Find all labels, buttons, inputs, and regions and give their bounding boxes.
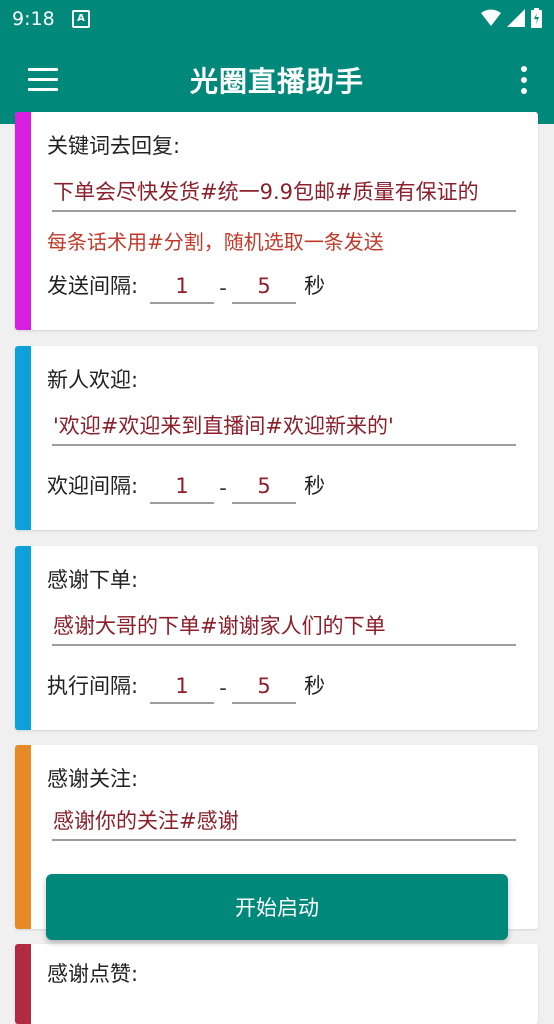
start-button[interactable]: 开始启动 (46, 874, 508, 940)
system-icons (481, 8, 542, 28)
exec-interval-row: 执行间隔: 1 - 5 秒 (47, 668, 325, 704)
battery-icon (531, 8, 542, 28)
exec-interval-min-input[interactable]: 1 (150, 674, 215, 704)
send-interval-label: 发送间隔: (47, 274, 139, 298)
welcome-interval-min-input[interactable]: 1 (150, 474, 215, 504)
card-accent-bar (15, 346, 31, 530)
card-new-welcome: 新人欢迎: '欢迎#欢迎来到直播间#欢迎新来的' 欢迎间隔: 1 - 5 秒 (15, 346, 538, 530)
keyword-reply-label: 关键词去回复: (47, 134, 181, 158)
seconds-unit: 秒 (304, 274, 326, 298)
seconds-unit: 秒 (304, 474, 326, 498)
wifi-icon (481, 9, 501, 26)
interval-dash: - (219, 676, 227, 700)
notification-icon: A (72, 10, 90, 28)
send-interval-min-input[interactable]: 1 (150, 274, 215, 304)
thank-order-label: 感谢下单: (47, 568, 139, 592)
new-welcome-label: 新人欢迎: (47, 368, 139, 392)
thank-follow-input[interactable]: 感谢你的关注#感谢 (52, 805, 516, 841)
keyword-reply-hint: 每条话术用#分割，随机选取一条发送 (47, 230, 384, 254)
keyword-reply-input[interactable]: 下单会尽快发货#统一9.9包邮#质量有保证的 (52, 176, 516, 212)
status-bar: 9:18 A (0, 0, 554, 38)
card-accent-bar (15, 546, 31, 730)
exec-interval-label: 执行间隔: (47, 674, 139, 698)
status-time: 9:18 (12, 8, 55, 30)
more-options-icon[interactable] (520, 66, 528, 96)
seconds-unit: 秒 (304, 674, 326, 698)
send-interval-row: 发送间隔: 1 - 5 秒 (47, 268, 325, 304)
card-accent-bar (15, 112, 31, 330)
welcome-interval-row: 欢迎间隔: 1 - 5 秒 (47, 468, 325, 504)
card-keyword-reply: 关键词去回复: 下单会尽快发货#统一9.9包邮#质量有保证的 每条话术用#分割，… (15, 112, 538, 330)
signal-icon (507, 9, 525, 27)
exec-interval-max-input[interactable]: 5 (232, 674, 297, 704)
card-thank-order: 感谢下单: 感谢大哥的下单#谢谢家人们的下单 执行间隔: 1 - 5 秒 (15, 546, 538, 730)
welcome-interval-label: 欢迎间隔: (47, 474, 139, 498)
thank-follow-label: 感谢关注: (47, 767, 139, 791)
welcome-interval-max-input[interactable]: 5 (232, 474, 297, 504)
thank-order-input[interactable]: 感谢大哥的下单#谢谢家人们的下单 (52, 610, 516, 646)
card-thank-like: 感谢点赞: (15, 944, 538, 1024)
interval-dash: - (219, 476, 227, 500)
card-accent-bar (15, 745, 31, 929)
thank-like-label: 感谢点赞: (47, 962, 139, 986)
interval-dash: - (219, 276, 227, 300)
app-title: 光圈直播助手 (189, 65, 364, 98)
card-accent-bar (15, 944, 31, 1024)
new-welcome-input[interactable]: '欢迎#欢迎来到直播间#欢迎新来的' (52, 410, 516, 446)
send-interval-max-input[interactable]: 5 (232, 274, 297, 304)
